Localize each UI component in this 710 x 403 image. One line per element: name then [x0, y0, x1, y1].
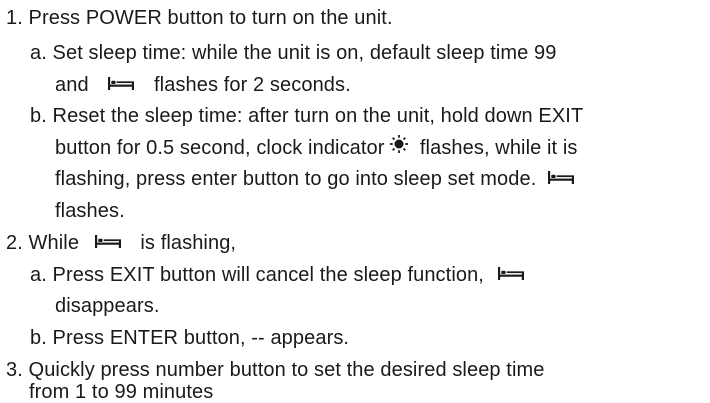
step-1a-line-1: a. Set sleep time: while the unit is on,… [30, 42, 557, 64]
bed-icon [548, 166, 574, 190]
bed-icon [498, 262, 524, 286]
step-1-text: 1. Press POWER button to turn on the uni… [6, 7, 393, 29]
step-1b-line-3: flashing, press enter button to go into … [55, 167, 574, 192]
step-1a-line-2-end: flashes for 2 seconds. [154, 74, 351, 96]
step-1b-line-1: b. Reset the sleep time: after turn on t… [30, 105, 584, 127]
step-1b-line-2-start: button for 0.5 second, clock indicator [55, 137, 385, 159]
step-1b-line-2: button for 0.5 second, clock indicator f… [55, 136, 578, 161]
step-2-start: 2. While [6, 232, 80, 254]
step-1b-line-3-text: flashing, press enter button to go into … [55, 168, 537, 190]
bed-icon [108, 72, 134, 96]
bed-icon [95, 230, 121, 254]
step-2-line: 2. While is flashing, [6, 231, 236, 256]
step-2a-line-1: a. Press EXIT button will cancel the sle… [30, 263, 524, 288]
step-1b-line-2-end: flashes, while it is [419, 137, 578, 159]
step-2a-line-2: disappears. [55, 295, 160, 317]
step-2a-line-1-text: a. Press EXIT button will cancel the sle… [30, 264, 484, 286]
step-2b-line: b. Press ENTER button, -- appears. [30, 327, 350, 349]
clock-indicator-icon [390, 135, 408, 159]
step-2-end: is flashing, [140, 232, 237, 254]
step-1a-line-2: and flashes for 2 seconds. [55, 73, 351, 98]
step-1b-line-4: flashes. [55, 200, 125, 222]
step-1a-line-2-start: and [55, 74, 89, 96]
step-3-line-1: 3. Quickly press number button to set th… [6, 359, 545, 381]
step-3-line-2: from 1 to 99 minutes [29, 381, 214, 403]
